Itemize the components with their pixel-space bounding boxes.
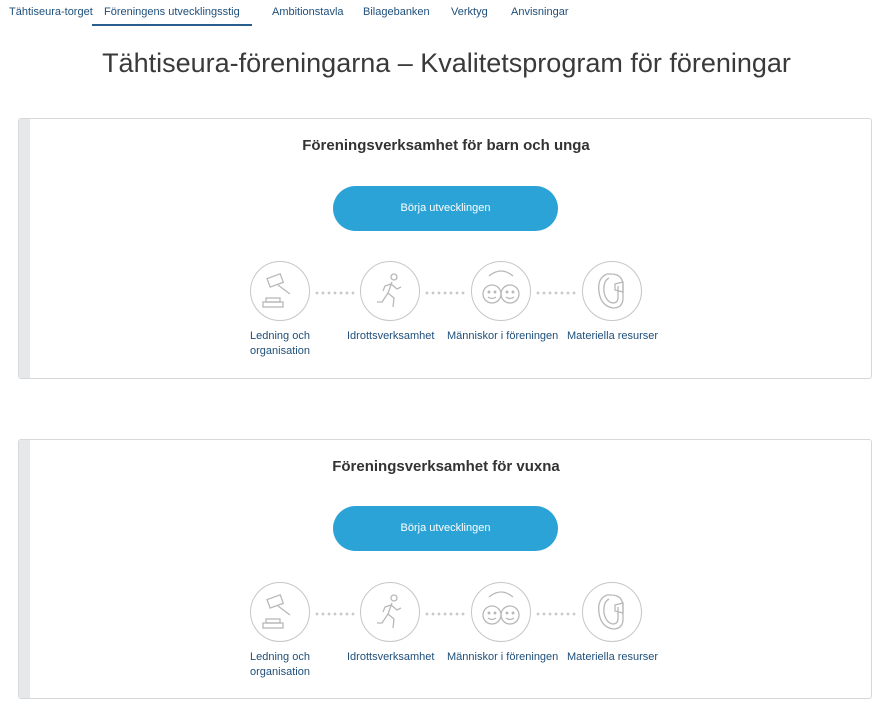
page-title: Tähtiseura-föreningarna – Kvalitetsprogr… <box>102 48 791 78</box>
tab-bilagebanken[interactable]: Bilagebanken <box>363 0 430 24</box>
smiley-faces-icon[interactable] <box>471 582 531 642</box>
start-development-button[interactable]: Börja utvecklingen <box>333 186 558 231</box>
card-title: Föreningsverksamhet för barn och unga <box>302 137 590 154</box>
runner-icon[interactable] <box>360 261 420 321</box>
gavel-icon[interactable] <box>250 582 310 642</box>
start-development-button[interactable]: Börja utvecklingen <box>333 506 558 551</box>
tab-anvisningar[interactable]: Anvisningar <box>511 0 568 24</box>
step-label-idrottsverksamhet[interactable]: Idrottsverksamhet <box>347 650 434 665</box>
tab-foreningens-utvecklingsstig[interactable]: Föreningens utvecklingsstig <box>92 0 252 26</box>
tab-ambitionstavla[interactable]: Ambitionstavla <box>272 0 344 24</box>
step-connector <box>535 612 577 616</box>
step-connector <box>314 291 356 295</box>
step-label-idrottsverksamhet[interactable]: Idrottsverksamhet <box>347 329 434 344</box>
gavel-icon[interactable] <box>250 261 310 321</box>
carabiner-icon[interactable] <box>582 582 642 642</box>
step-label-ledning[interactable]: Ledning och organisation <box>250 650 310 680</box>
step-connector <box>424 291 466 295</box>
carabiner-icon[interactable] <box>582 261 642 321</box>
tab-verktyg[interactable]: Verktyg <box>451 0 488 24</box>
step-label-manniskor[interactable]: Människor i föreningen <box>447 650 558 665</box>
card-children-youth: Föreningsverksamhet för barn och unga Bö… <box>18 118 872 379</box>
card-adults: Föreningsverksamhet för vuxna Börja utve… <box>18 439 872 699</box>
tab-tahtiseura-torget[interactable]: Tähtiseura-torget <box>9 0 93 24</box>
step-connector <box>424 612 466 616</box>
step-connector <box>314 612 356 616</box>
step-connector <box>535 291 577 295</box>
top-navigation: Tähtiseura-torget Föreningens utveckling… <box>0 0 893 26</box>
runner-icon[interactable] <box>360 582 420 642</box>
step-label-materiella[interactable]: Materiella resurser <box>567 650 658 665</box>
step-label-manniskor[interactable]: Människor i föreningen <box>447 329 558 344</box>
card-title: Föreningsverksamhet för vuxna <box>332 458 560 475</box>
step-label-ledning[interactable]: Ledning och organisation <box>250 329 310 359</box>
smiley-faces-icon[interactable] <box>471 261 531 321</box>
step-label-materiella[interactable]: Materiella resurser <box>567 329 658 344</box>
